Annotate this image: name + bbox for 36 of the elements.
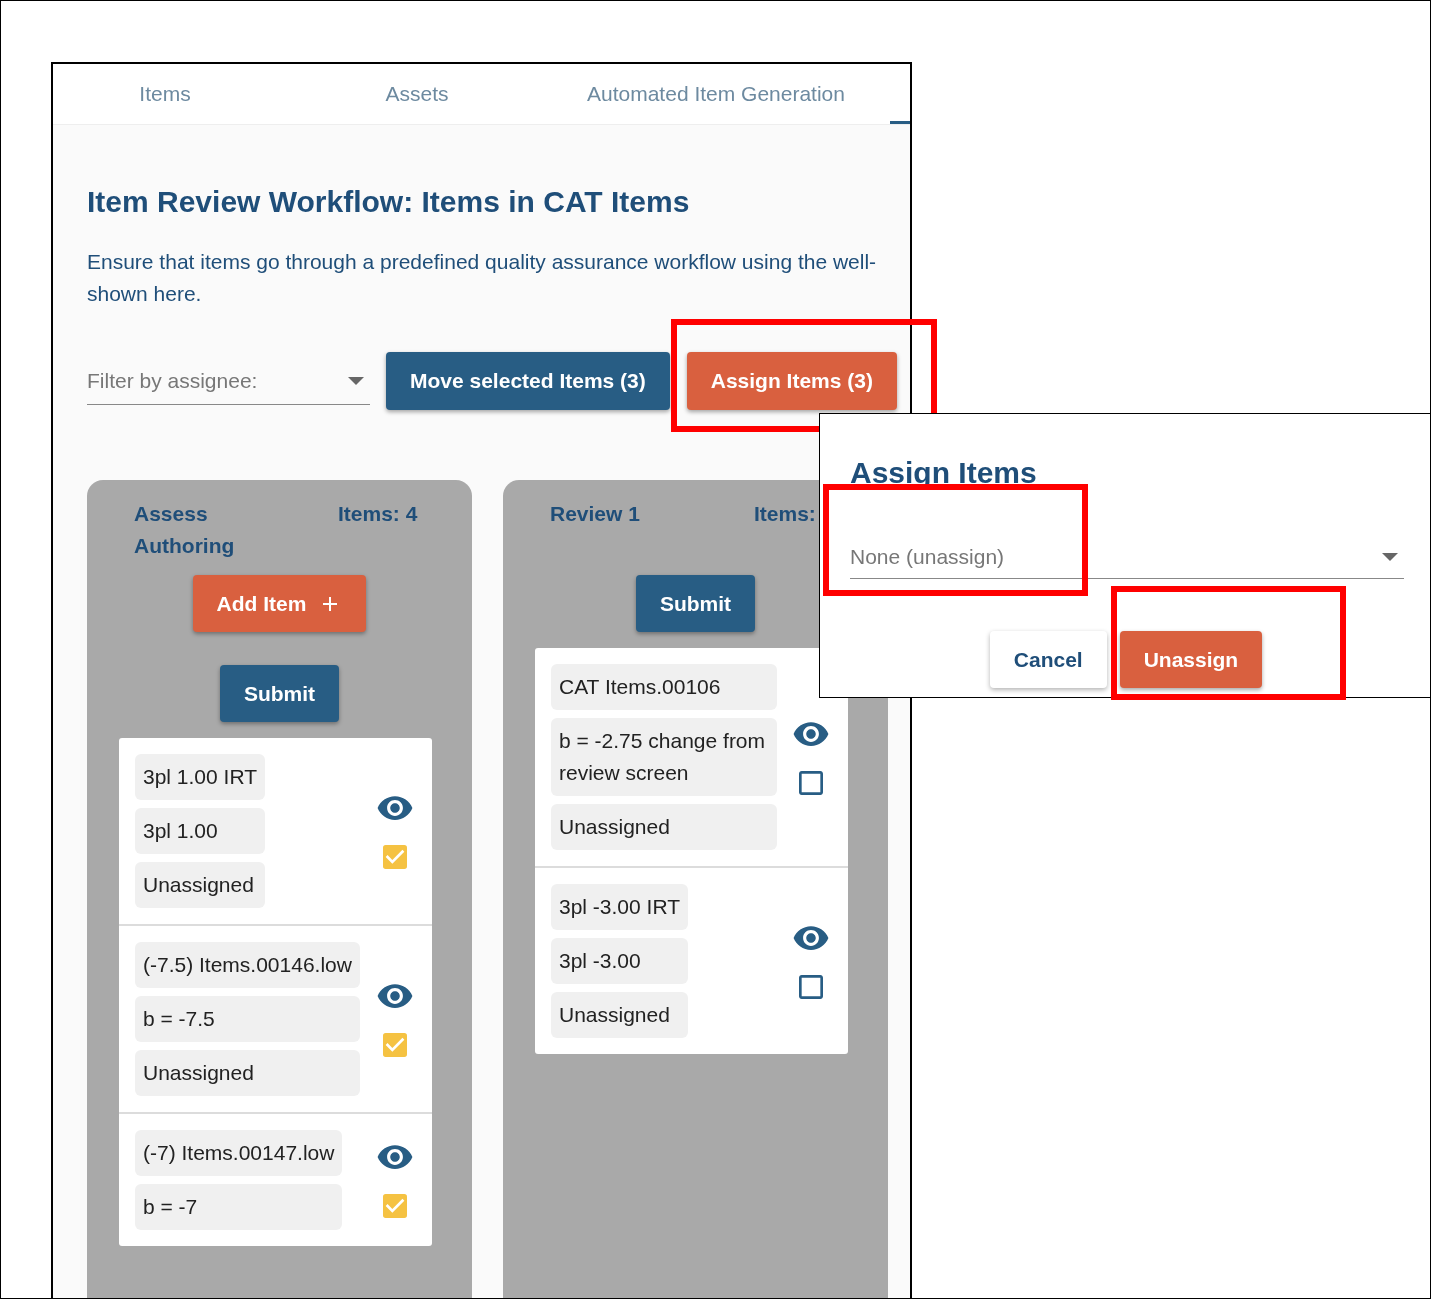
add-item-button[interactable]: Add Item [192,575,367,632]
tab[interactable]: Automated Item Generation [557,64,875,124]
assignee-select[interactable]: None (unassign) [850,535,1404,579]
action-button[interactable]: Submit [219,665,340,722]
item-count: Items: [754,501,816,527]
column-title: Review 1 [550,501,641,527]
action-button[interactable]: Cancel [989,631,1107,688]
item-field: 3pl -3.00 [551,938,688,984]
item-field: b = -7 [135,1184,343,1230]
action-button[interactable]: Move selected Items (3) [386,352,670,410]
item-field: b = -2.75 change from review screen [551,718,777,796]
item-field: Unassigned [135,1050,360,1096]
action-button[interactable]: Unassign [1119,631,1263,688]
item-field: (-7.5) Items.00146.low [135,942,360,988]
item-field: 3pl 1.00 [135,808,265,854]
caret-icon [348,376,364,385]
filter-select[interactable]: Filter by assignee: [87,357,370,405]
page-title: Item Review Workflow: Items in CAT Items [87,184,691,220]
tab[interactable]: Assets [277,64,557,124]
caret-icon [1382,552,1398,561]
item-field: b = -7.5 [135,996,360,1042]
action-button[interactable]: Assign Items (3) [686,352,897,410]
column-title: Assess Authoring [134,501,236,559]
item-field: CAT Items.00106 [551,664,777,710]
dialog-title: Assign Items [850,455,1038,491]
tab[interactable]: Items [53,64,277,124]
item-field: Unassigned [551,804,777,850]
item-count: Items: 4 [338,501,418,527]
item-field: (-7) Items.00147.low [135,1130,343,1176]
tab-indicator [890,121,910,124]
action-button[interactable]: Submit [635,575,756,632]
page-description: Ensure that items go through a predefined quality assurance workflow using the well- shown here. [87,249,878,307]
item-field: 3pl -3.00 IRT [551,884,688,930]
item-field: Unassigned [135,862,265,908]
item-field: Unassigned [551,992,688,1038]
item-field: 3pl 1.00 IRT [135,754,265,800]
